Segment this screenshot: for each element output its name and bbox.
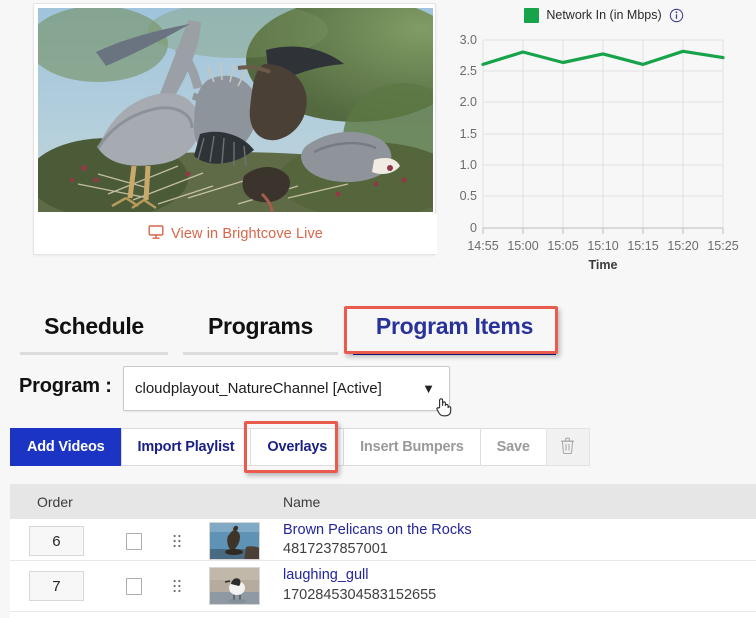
drag-handle-icon[interactable] [173,579,181,593]
tab-program-items-label: Program Items [376,313,533,340]
svg-text:14:55: 14:55 [467,239,498,253]
svg-text:15:05: 15:05 [547,239,578,253]
legend-label-network-in: Network In (in Mbps) [546,8,661,22]
order-input[interactable]: 7 [29,571,84,601]
tab-programs[interactable]: Programs [183,311,338,355]
view-in-brightcove-live-label: View in Brightcove Live [171,226,323,242]
row-checkbox[interactable] [126,533,142,550]
tab-schedule[interactable]: Schedule [20,311,168,355]
import-playlist-button[interactable]: Import Playlist [121,428,252,466]
trash-icon [560,437,575,458]
tab-bar: Schedule Programs Program Items [16,311,576,355]
column-header-order: Order [10,494,260,510]
svg-text:1.0: 1.0 [460,158,477,172]
item-title-link[interactable]: Brown Pelicans on the Rocks [283,521,756,541]
table-header-row: Order Name [10,484,756,519]
legend-swatch-network-in [524,8,539,23]
svg-text:15:10: 15:10 [587,239,618,253]
chevron-down-icon: ▼ [422,381,449,396]
tab-programs-label: Programs [208,313,313,340]
drag-handle-icon[interactable] [173,534,181,548]
chart-plot-area: 3.0 2.5 2.0 1.5 1.0 0.5 0 14:55 15:00 15… [455,28,753,274]
program-items-toolbar: Add Videos Import Playlist Overlays Inse… [10,428,589,466]
view-in-brightcove-live-link[interactable]: View in Brightcove Live [34,214,437,254]
name-cell: Brown Pelicans on the Rocks 481723785700… [260,521,756,560]
program-items-table: Order Name 6 [10,484,756,618]
svg-text:1.5: 1.5 [460,127,477,141]
delete-button [546,428,590,466]
svg-text:0: 0 [470,221,477,235]
info-icon[interactable] [669,8,684,23]
program-items-page: View in Brightcove Live Network In (in M… [0,0,756,618]
item-id: 4817237857001 [283,540,756,560]
svg-text:Time: Time [589,258,618,272]
program-select-value: cloudplayout_NatureChannel [Active] [124,380,422,397]
svg-text:3.0: 3.0 [460,33,477,47]
name-cell: laughing_gull 1702845304583152655 [260,566,756,605]
video-preview-card: View in Brightcove Live [33,3,436,255]
table-row[interactable]: 6 [10,519,756,561]
mouse-cursor-pointer-icon [435,396,453,418]
svg-text:15:00: 15:00 [507,239,538,253]
live-video-thumbnail[interactable] [38,8,433,212]
network-in-chart: Network In (in Mbps) [455,2,753,274]
save-button: Save [480,428,547,466]
row-checkbox[interactable] [126,578,142,595]
order-input[interactable]: 6 [29,526,84,556]
svg-text:0.5: 0.5 [460,189,477,203]
table-row-partial[interactable] [10,612,756,618]
svg-text:15:20: 15:20 [667,239,698,253]
row-thumbnail-gull [209,567,260,605]
add-videos-button[interactable]: Add Videos [10,428,122,466]
program-select[interactable]: cloudplayout_NatureChannel [Active] ▼ [123,366,450,411]
svg-text:2.5: 2.5 [460,64,477,78]
tab-program-items[interactable]: Program Items [353,311,556,355]
chart-legend: Network In (in Mbps) [455,2,753,28]
column-header-name: Name [260,494,756,510]
tab-schedule-label: Schedule [44,313,144,340]
row-thumbnail-pelican [209,522,260,560]
order-cell: 6 [10,522,260,560]
overlays-button[interactable]: Overlays [250,428,344,466]
order-cell: 7 [10,567,260,605]
svg-text:15:15: 15:15 [627,239,658,253]
insert-bumpers-button: Insert Bumpers [343,428,481,466]
svg-text:15:25: 15:25 [707,239,738,253]
svg-text:2.0: 2.0 [460,95,477,109]
table-row[interactable]: 7 [10,561,756,612]
item-title-link[interactable]: laughing_gull [283,566,756,586]
screen-icon [148,224,164,245]
item-id: 1702845304583152655 [283,586,756,606]
program-selector-label: Program : [19,375,112,398]
